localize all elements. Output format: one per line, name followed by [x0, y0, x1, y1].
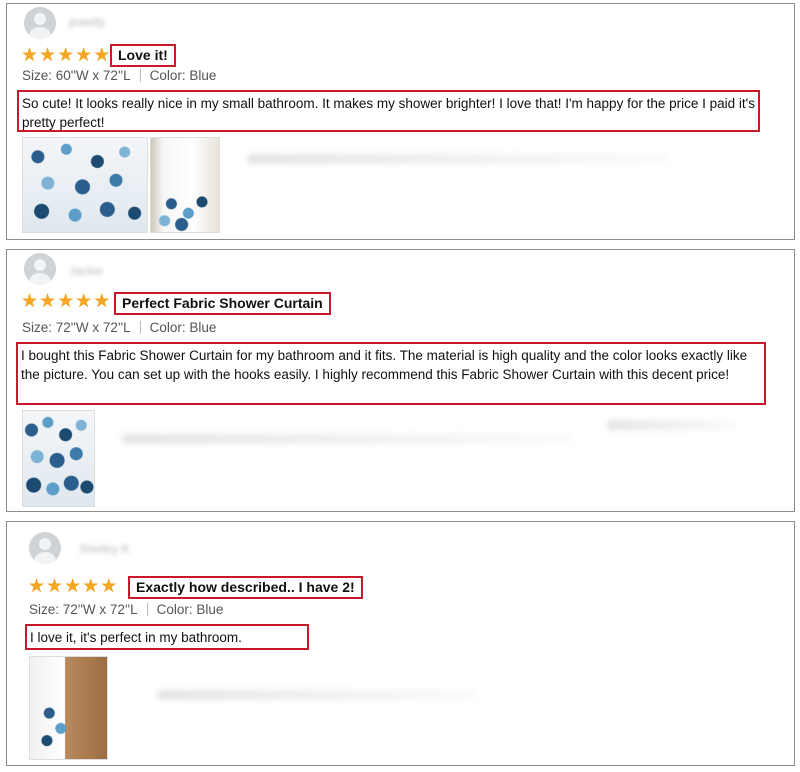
blurred-content — [122, 434, 572, 444]
blurred-content — [607, 420, 737, 430]
user-avatar-icon — [29, 532, 61, 564]
review-variant: Size: 72''W x 72''L Color: Blue — [29, 602, 223, 617]
divider — [139, 321, 141, 334]
star-icon: ★ — [39, 291, 57, 312]
star-icon: ★ — [21, 45, 39, 66]
variant-size: Size: 60''W x 72''L — [22, 68, 131, 83]
variant-size: Size: 72''W x 72''L — [29, 602, 138, 617]
star-rating: ★ ★ ★ ★ ★ — [21, 46, 110, 65]
star-icon: ★ — [93, 45, 111, 66]
blurred-content — [247, 154, 667, 164]
review-photo[interactable] — [22, 137, 148, 233]
divider — [139, 69, 141, 82]
user-avatar-icon — [24, 7, 56, 39]
variant-color: Color: Blue — [149, 320, 217, 335]
review-card: jewelly ★ ★ ★ ★ ★ Love it! Size: 60''W x… — [6, 3, 795, 240]
star-icon: ★ — [46, 576, 64, 597]
review-body: So cute! It looks really nice in my smal… — [17, 90, 760, 132]
user-avatar-icon — [24, 253, 56, 285]
divider — [146, 603, 148, 616]
review-body: I love it, it's perfect in my bathroom. — [25, 624, 309, 650]
variant-color: Color: Blue — [149, 68, 217, 83]
star-rating: ★ ★ ★ ★ ★ — [28, 577, 117, 596]
star-icon: ★ — [39, 45, 57, 66]
star-icon: ★ — [75, 291, 93, 312]
review-title[interactable]: Exactly how described.. I have 2! — [128, 576, 363, 599]
review-title[interactable]: Perfect Fabric Shower Curtain — [114, 292, 331, 315]
reviewer-name[interactable]: Shelley K — [79, 542, 130, 556]
star-rating: ★ ★ ★ ★ ★ — [21, 292, 110, 311]
reviewer-name[interactable]: Jackie — [69, 264, 103, 278]
review-card: Jackie ★ ★ ★ ★ ★ Perfect Fabric Shower C… — [6, 249, 795, 512]
variant-size: Size: 72''W x 72''L — [22, 320, 131, 335]
review-photo[interactable] — [22, 410, 95, 507]
star-icon: ★ — [82, 576, 100, 597]
review-photo[interactable] — [150, 137, 220, 233]
star-icon: ★ — [64, 576, 82, 597]
star-icon: ★ — [100, 576, 118, 597]
variant-color: Color: Blue — [156, 602, 224, 617]
review-body: I bought this Fabric Shower Curtain for … — [16, 342, 766, 405]
reviewer-name[interactable]: jewelly — [69, 15, 105, 29]
review-variant: Size: 60''W x 72''L Color: Blue — [22, 68, 216, 83]
review-card: Shelley K ★ ★ ★ ★ ★ Exactly how describe… — [6, 521, 795, 766]
star-icon: ★ — [75, 45, 93, 66]
star-icon: ★ — [57, 291, 75, 312]
review-photo[interactable] — [29, 656, 108, 760]
star-icon: ★ — [57, 45, 75, 66]
review-variant: Size: 72''W x 72''L Color: Blue — [22, 320, 216, 335]
star-icon: ★ — [28, 576, 46, 597]
blurred-content — [157, 690, 477, 700]
star-icon: ★ — [93, 291, 111, 312]
review-title[interactable]: Love it! — [110, 44, 176, 67]
star-icon: ★ — [21, 291, 39, 312]
